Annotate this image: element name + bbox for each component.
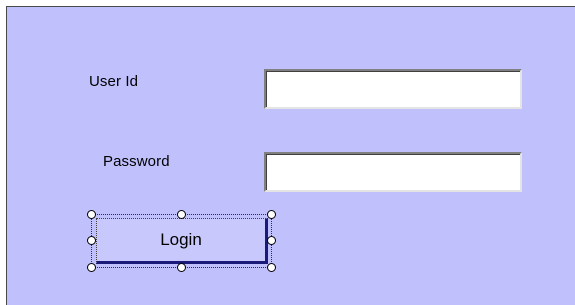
user-id-label: User Id — [89, 73, 139, 90]
resize-handle-bottom-left[interactable] — [87, 263, 96, 272]
login-form: User Id Password Login — [6, 6, 575, 305]
password-label: Password — [103, 153, 170, 170]
resize-handle-top-middle[interactable] — [177, 210, 186, 219]
resize-handle-middle-right[interactable] — [267, 236, 276, 245]
resize-handle-bottom-middle[interactable] — [177, 263, 186, 272]
resize-handle-bottom-right[interactable] — [267, 263, 276, 272]
login-button[interactable]: Login — [96, 218, 268, 264]
resize-handle-top-left[interactable] — [87, 210, 96, 219]
resize-handle-top-right[interactable] — [267, 210, 276, 219]
resize-handle-middle-left[interactable] — [87, 236, 96, 245]
password-input[interactable] — [264, 152, 522, 192]
user-id-input[interactable] — [264, 69, 522, 109]
